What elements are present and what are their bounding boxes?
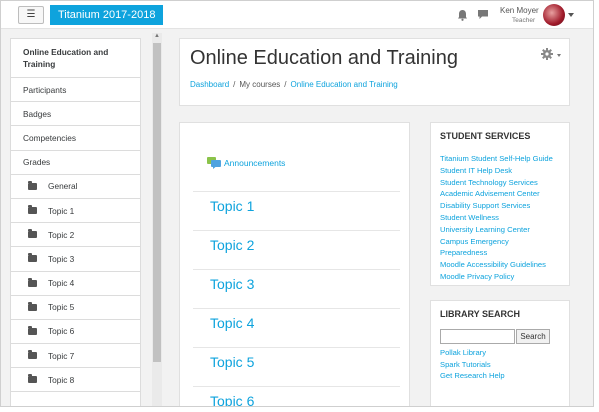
folder-icon [28,253,37,263]
drawer-section-label: Topic 2 [48,229,75,240]
student-services-links: Titanium Student Self-Help Guide Student… [440,153,553,283]
link-self-help-guide[interactable]: Titanium Student Self-Help Guide [440,153,553,165]
hamburger-icon[interactable]: ☰ [18,6,44,24]
section-divider [193,386,400,387]
topic-4-link[interactable]: Topic 4 [210,315,254,331]
drawer-section-topic-6[interactable]: Topic 6 [11,320,140,345]
link-student-wellness[interactable]: Student Wellness [440,212,553,224]
drawer-section-topic-3[interactable]: Topic 3 [11,247,140,272]
drawer-section-topic-4[interactable]: Topic 4 [11,272,140,296]
drawer-section-topic-2[interactable]: Topic 2 [11,223,140,248]
student-services-block: STUDENT SERVICES Titanium Student Self-H… [430,122,570,286]
scroll-up-arrow-icon[interactable]: ▲ [154,33,160,39]
nav-drawer: Online Education and Training Participan… [10,38,141,406]
folder-icon [28,325,37,335]
folder-icon [28,301,37,311]
section-divider [193,191,400,192]
topic-1-link[interactable]: Topic 1 [210,198,254,214]
drawer-item-competencies[interactable]: Competencies [11,126,140,151]
message-icon[interactable] [477,9,489,20]
chevron-down-icon[interactable] [568,13,574,17]
library-search-input[interactable] [440,329,515,344]
block-title: LIBRARY SEARCH [440,309,521,319]
breadcrumb-dashboard[interactable]: Dashboard [190,80,229,89]
breadcrumb-my-courses: My courses [239,80,281,89]
link-research-help[interactable]: Get Research Help [440,370,505,382]
chevron-down-icon[interactable] [557,54,561,57]
search-button[interactable]: Search [516,329,550,344]
link-it-help-desk[interactable]: Student IT Help Desk [440,165,553,177]
drawer-section-topic-8[interactable]: Topic 8 [11,368,140,393]
block-title: STUDENT SERVICES [440,131,531,141]
section-divider [193,308,400,309]
link-campus-emergency[interactable]: Campus Emergency [440,236,553,248]
drawer-section-label: Topic 5 [48,302,75,313]
folder-icon [28,374,37,384]
section-divider [193,230,400,231]
topic-5-link[interactable]: Topic 5 [210,354,254,370]
library-links: Pollak Library Spark Tutorials Get Resea… [440,347,505,382]
site-name-button[interactable]: Titanium 2017-2018 [50,5,164,25]
drawer-section-label: Topic 3 [48,253,75,264]
link-advisement-center[interactable]: Academic Advisement Center [440,188,553,200]
course-content: Announcements Topic 1 Topic 2 Topic 3 To… [179,122,410,406]
section-divider [193,269,400,270]
breadcrumb-separator: / [284,80,287,89]
forum-icon [207,157,221,169]
bell-icon[interactable] [457,9,468,21]
page-header: Online Education and Training Dashboard /… [179,38,570,106]
announcements-link[interactable]: Announcements [207,157,285,169]
drawer-section-topic-1[interactable]: Topic 1 [11,199,140,224]
library-search-block: LIBRARY SEARCH Search Pollak Library Spa… [430,300,570,406]
drawer-section-topic-5[interactable]: Topic 5 [11,296,140,320]
drawer-section-topic-7[interactable]: Topic 7 [11,344,140,369]
drawer-section-label: Topic 7 [48,350,75,361]
drawer-section-label: Topic 1 [48,205,75,216]
scrollbar-thumb[interactable] [153,43,161,362]
drawer-section-label: Topic 4 [48,278,75,289]
folder-icon [28,350,37,360]
drawer-item-badges[interactable]: Badges [11,102,140,127]
user-role: Teacher [512,17,536,24]
user-name[interactable]: Ken Moyer [500,6,539,15]
drawer-item-course[interactable]: Online Education and Training [11,39,140,78]
drawer-item-participants[interactable]: Participants [11,78,140,103]
announcements-label: Announcements [224,158,286,168]
link-privacy-policy[interactable]: Moodle Privacy Policy [440,271,553,283]
link-technology-services[interactable]: Student Technology Services [440,177,553,189]
topic-3-link[interactable]: Topic 3 [210,276,254,292]
folder-icon [28,205,37,215]
breadcrumb: Dashboard / My courses / Online Education an… [190,80,398,89]
drawer-section-general[interactable]: General [11,175,140,199]
browser-viewport: ☰ Titanium 2017-2018 Ken Moyer Teacher O… [0,0,594,407]
folder-icon [28,229,37,239]
link-accessibility-guidelines[interactable]: Moodle Accessibility Guidelines [440,259,553,271]
link-spark-tutorials[interactable]: Spark Tutorials [440,359,505,371]
library-search-form: Search [440,329,550,344]
breadcrumb-separator: / [233,80,236,89]
drawer-section-label: Topic 6 [48,326,75,337]
drawer-scrollbar[interactable]: ▲ [152,33,162,406]
folder-icon [28,277,37,287]
breadcrumb-course[interactable]: Online Education and Training [291,80,398,89]
section-divider [193,347,400,348]
topic-2-link[interactable]: Topic 2 [210,237,254,253]
drawer-section-label: General [48,181,78,192]
link-learning-center[interactable]: University Learning Center [440,224,553,236]
avatar[interactable] [543,4,565,26]
link-disability-support[interactable]: Disability Support Services [440,200,553,212]
topic-6-link[interactable]: Topic 6 [210,393,254,406]
page-title: Online Education and Training [190,47,458,69]
drawer-item-grades[interactable]: Grades [11,151,140,175]
folder-icon [28,180,37,190]
drawer-section-label: Topic 8 [48,374,75,385]
gear-icon[interactable] [541,48,553,60]
link-preparedness[interactable]: Preparedness [440,247,553,259]
top-navbar: ☰ Titanium 2017-2018 Ken Moyer Teacher [1,1,593,29]
link-pollak-library[interactable]: Pollak Library [440,347,505,359]
